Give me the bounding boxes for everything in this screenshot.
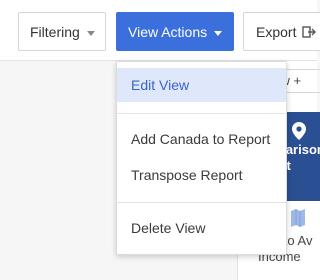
menu-divider (117, 202, 286, 203)
menu-item-transpose-report[interactable]: Transpose Report (117, 158, 286, 192)
chevron-down-icon (87, 31, 95, 36)
menu-item-add-canada[interactable]: Add Canada to Report (117, 122, 286, 156)
export-button[interactable]: Export (243, 12, 320, 51)
menu-item-edit-view[interactable]: Edit View (117, 68, 286, 102)
view-actions-dropdown: Edit View Add Canada to Report Transpose… (116, 61, 287, 255)
export-icon (302, 26, 316, 38)
toolbar: Filtering View Actions Export (0, 0, 320, 61)
view-actions-label: View Actions (128, 23, 208, 40)
menu-divider (117, 113, 286, 114)
pin-icon (292, 122, 306, 140)
filtering-label: Filtering (30, 23, 80, 40)
filtering-button[interactable]: Filtering (18, 12, 106, 51)
view-actions-button[interactable]: View Actions (116, 12, 234, 51)
map-icon (291, 209, 305, 227)
export-label: Export (256, 23, 297, 40)
menu-item-delete-view[interactable]: Delete View (117, 211, 286, 245)
chevron-down-icon (214, 31, 222, 36)
